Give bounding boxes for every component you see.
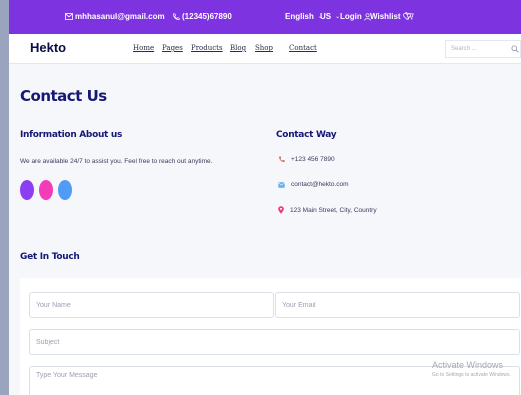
contact-address-row: 123 Main Street, City, Country — [278, 206, 377, 214]
wishlist-label: Wishlist — [370, 12, 401, 21]
contact-heading: Contact Way — [276, 130, 337, 140]
watermark-subtitle: Go to Settings to activate Windows. — [432, 372, 511, 378]
topbar-phone[interactable]: (12345)67890 — [172, 12, 232, 21]
watermark-title: Activate Windows — [432, 360, 504, 370]
language-select[interactable]: English ⌄ — [285, 12, 323, 21]
phone-icon — [173, 12, 180, 20]
name-field[interactable] — [29, 292, 274, 318]
email-icon — [278, 181, 285, 188]
cart-button[interactable] — [405, 12, 414, 20]
nav-pages[interactable]: Pages — [162, 44, 183, 52]
nav-shop[interactable]: Shop — [255, 44, 273, 52]
page-title: Contact Us — [20, 87, 107, 105]
main-navbar: Hekto Home Pages Products Blog Shop Cont… — [9, 34, 521, 64]
contact-email: contact@hekto.com — [291, 181, 349, 188]
subject-field[interactable] — [29, 329, 520, 355]
mail-icon — [65, 13, 73, 20]
name-input[interactable] — [30, 293, 273, 317]
pink-dot — [39, 180, 53, 200]
search-icon[interactable] — [511, 45, 519, 53]
phone-icon — [279, 156, 285, 162]
email-field[interactable] — [275, 292, 520, 318]
contact-email-row: contact@hekto.com — [278, 181, 349, 188]
contact-phone: +123 456 7890 — [291, 156, 335, 163]
login-label: Login — [340, 12, 362, 21]
currency-label: US — [320, 12, 332, 21]
contact-address: 123 Main Street, City, Country — [290, 206, 377, 214]
email-input[interactable] — [276, 293, 519, 317]
search-box[interactable]: Search ... — [445, 40, 521, 58]
purple-dot — [20, 180, 34, 200]
language-label: English — [285, 12, 314, 21]
brand-logo[interactable]: Hekto — [30, 40, 66, 55]
topbar-phone-text: (12345)67890 — [182, 12, 232, 21]
activate-windows-watermark: Activate Windows Go to Settings to activ… — [432, 360, 511, 378]
topbar-email[interactable]: mhhasanul@gmail.com — [65, 12, 165, 21]
nav-products[interactable]: Products — [191, 44, 223, 52]
search-placeholder: Search ... — [451, 46, 477, 52]
contact-page: mhhasanul@gmail.com (12345)67890 English… — [9, 0, 521, 395]
info-heading: Information About us — [20, 130, 123, 140]
info-text: We are available 24/7 to assist you. Fee… — [20, 158, 213, 165]
topbar-email-text: mhhasanul@gmail.com — [75, 12, 165, 21]
top-bar: mhhasanul@gmail.com (12345)67890 English… — [9, 0, 521, 34]
currency-select[interactable]: US ⌄ — [320, 12, 340, 21]
nav-home[interactable]: Home — [133, 44, 154, 52]
nav-contact[interactable]: Contact — [289, 44, 317, 52]
cart-icon — [405, 12, 414, 20]
map-pin-icon — [278, 206, 284, 214]
form-heading: Get In Touch — [20, 252, 80, 262]
nav-blog[interactable]: Blog — [230, 44, 246, 52]
login-link[interactable]: Login — [340, 12, 371, 21]
blue-dot — [58, 180, 72, 200]
contact-phone-row: +123 456 7890 — [278, 156, 335, 163]
subject-input[interactable] — [30, 330, 519, 354]
